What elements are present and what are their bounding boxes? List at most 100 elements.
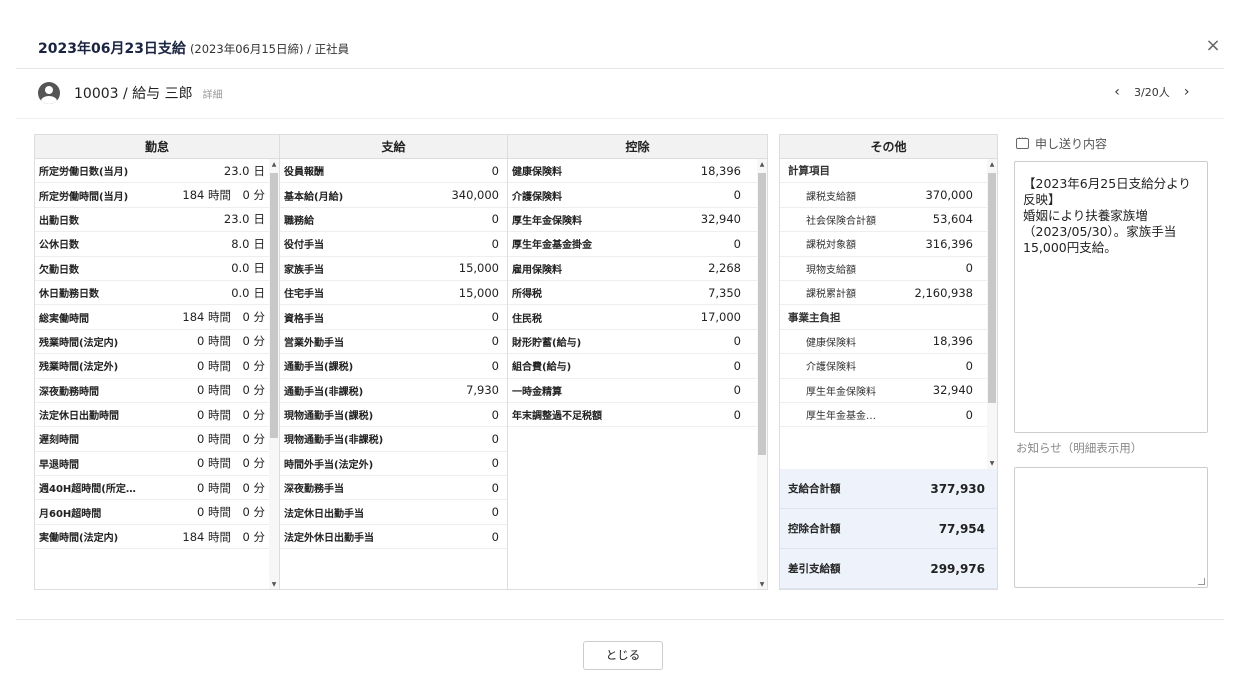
kintai-scrollbar[interactable]: ▲ ▼ xyxy=(269,159,279,589)
kintai-unit: 日 xyxy=(253,212,266,227)
kintai-label: 残業時間(法定内) xyxy=(39,337,119,349)
kintai-hours: 184 時間 xyxy=(182,529,231,544)
kojo-value: 17,000 xyxy=(700,310,741,325)
employee-pager: ‹ 3/20人 › xyxy=(1110,84,1194,100)
shikyu-label: 家族手当 xyxy=(284,264,324,276)
kojo-value: 0 xyxy=(733,407,741,422)
notice-textarea[interactable] xyxy=(1014,467,1208,588)
kojo-label: 厚生年金基金掛金 xyxy=(512,240,592,252)
other-value: 2,160,938 xyxy=(914,285,973,300)
close-icon[interactable]: × xyxy=(1203,36,1223,56)
shikyu-label: 法定休日出勤手当 xyxy=(284,508,364,520)
kintai-hours: 0 時間 xyxy=(197,407,231,422)
scroll-up-icon[interactable]: ▲ xyxy=(270,161,278,168)
employee-name: 10003 / 給与 三郎 xyxy=(74,86,193,102)
other-scrollbar[interactable]: ▲ ▼ xyxy=(987,159,997,469)
shikyu-value: 0 xyxy=(491,480,499,495)
other-value: 370,000 xyxy=(925,188,973,203)
scroll-thumb[interactable] xyxy=(758,173,766,455)
shikyu-row: 職務給 0 xyxy=(280,208,507,233)
other-label: 課税支給額 xyxy=(806,191,856,203)
next-employee-icon[interactable]: › xyxy=(1180,84,1194,100)
kintai-row: 早退時間 0 時間 0 分 xyxy=(35,452,279,477)
kojo-label: 一時金精算 xyxy=(512,386,562,398)
other-value: 18,396 xyxy=(932,334,973,349)
shikyu-value: 0 xyxy=(491,431,499,446)
shikyu-label: 現物通勤手当(課税) xyxy=(284,411,374,423)
scroll-down-icon[interactable]: ▼ xyxy=(270,581,278,588)
prev-employee-icon[interactable]: ‹ xyxy=(1110,84,1124,100)
kojo-row: 所得税 7,350 xyxy=(508,281,767,306)
other-label: 厚生年金保険料 xyxy=(806,386,876,398)
other-row: 厚生年金基金… 0 xyxy=(780,403,997,428)
kojo-value: 18,396 xyxy=(700,163,741,178)
shikyu-value: 0 xyxy=(491,505,499,520)
kintai-row: 所定労働時間(当月) 184 時間 0 分 xyxy=(35,183,279,208)
scroll-thumb[interactable] xyxy=(270,173,278,438)
total-label: 支給合計額 xyxy=(788,483,841,495)
shikyu-label: 役員報酬 xyxy=(284,167,324,179)
shikyu-row: 時間外手当(法定外) 0 xyxy=(280,452,507,477)
shikyu-row: 法定外休日出勤手当 0 xyxy=(280,525,507,550)
other-label: 健康保険料 xyxy=(806,337,856,349)
shikyu-row: 現物通勤手当(非課税) 0 xyxy=(280,427,507,452)
resize-grip-icon[interactable] xyxy=(1198,578,1205,585)
kintai-label: 実働時間(法定内) xyxy=(39,533,119,545)
shikyu-label: 職務給 xyxy=(284,215,314,227)
kojo-row: 財形貯蓄(給与) 0 xyxy=(508,330,767,355)
kintai-row: 残業時間(法定外) 0 時間 0 分 xyxy=(35,354,279,379)
shikyu-label: 深夜勤務手当 xyxy=(284,484,344,496)
kintai-unit: 日 xyxy=(253,261,266,276)
kintai-label: 総実働時間 xyxy=(39,313,89,325)
scroll-down-icon[interactable]: ▼ xyxy=(758,581,766,588)
total-label: 控除合計額 xyxy=(788,523,841,535)
kintai-hours: 0 時間 xyxy=(197,334,231,349)
kojo-label: 厚生年金保険料 xyxy=(512,215,582,227)
scroll-up-icon[interactable]: ▲ xyxy=(988,161,996,168)
shikyu-row: 営業外勤手当 0 xyxy=(280,330,507,355)
memo-textarea[interactable]: 【2023年6月25日支給分より反映】 婚姻により扶養家族増（2023/05/3… xyxy=(1014,161,1208,433)
employee-detail-link[interactable]: 詳細 xyxy=(203,86,223,101)
shikyu-row: 通勤手当(課税) 0 xyxy=(280,354,507,379)
kintai-row: 月60H超時間 0 時間 0 分 xyxy=(35,500,279,525)
shikyu-row: 資格手当 0 xyxy=(280,305,507,330)
other-label: 現物支給額 xyxy=(806,264,856,276)
kintai-row: 休日勤務日数 0.0 日 xyxy=(35,281,279,306)
kojo-header: 控除 xyxy=(625,140,650,154)
other-row: 課税対象額 316,396 xyxy=(780,232,997,257)
kojo-row: 厚生年金保険料 32,940 xyxy=(508,208,767,233)
kojo-label: 雇用保険料 xyxy=(512,264,562,276)
kojo-value: 32,940 xyxy=(700,212,741,227)
kintai-row: 出勤日数 23.0 日 xyxy=(35,208,279,233)
kintai-value: 0.0 xyxy=(231,285,250,300)
kintai-hours: 0 時間 xyxy=(197,480,231,495)
divider xyxy=(16,68,1224,69)
scroll-up-icon[interactable]: ▲ xyxy=(758,161,766,168)
kojo-row: 厚生年金基金掛金 0 xyxy=(508,232,767,257)
other-value: 32,940 xyxy=(932,383,973,398)
other-row: 課税支給額 370,000 xyxy=(780,183,997,208)
kojo-column: 健康保険料 18,396 介護保険料 0 厚生年金保険料 32,940 厚生年金基金掛金 0 雇… xyxy=(508,159,767,589)
total-row: 控除合計額 77,954 xyxy=(780,509,997,549)
scroll-thumb[interactable] xyxy=(988,173,996,403)
shikyu-label: 現物通勤手当(非課税) xyxy=(284,435,384,447)
other-value: 0 xyxy=(965,407,973,422)
kintai-minutes: 0 分 xyxy=(242,383,265,398)
shikyu-value: 0 xyxy=(491,163,499,178)
total-value: 377,930 xyxy=(930,481,985,496)
close-button[interactable]: とじる xyxy=(583,641,663,670)
kintai-unit: 日 xyxy=(253,285,266,300)
other-label: 課税累計額 xyxy=(806,289,856,301)
shikyu-value: 0 xyxy=(491,407,499,422)
other-row: 社会保険合計額 53,604 xyxy=(780,208,997,233)
shikyu-value: 0 xyxy=(491,212,499,227)
kintai-label: 週40H超時間(所定… xyxy=(39,484,136,496)
kintai-header: 勤怠 xyxy=(35,135,280,158)
kintai-row: 残業時間(法定内) 0 時間 0 分 xyxy=(35,330,279,355)
kintai-row: 欠勤日数 0.0 日 xyxy=(35,257,279,281)
scroll-down-icon[interactable]: ▼ xyxy=(988,460,996,467)
kintai-label: 残業時間(法定外) xyxy=(39,362,119,374)
kojo-scrollbar[interactable]: ▲ ▼ xyxy=(757,159,767,589)
kintai-row: 所定労働日数(当月) 23.0 日 xyxy=(35,159,279,184)
divider xyxy=(16,118,1224,119)
